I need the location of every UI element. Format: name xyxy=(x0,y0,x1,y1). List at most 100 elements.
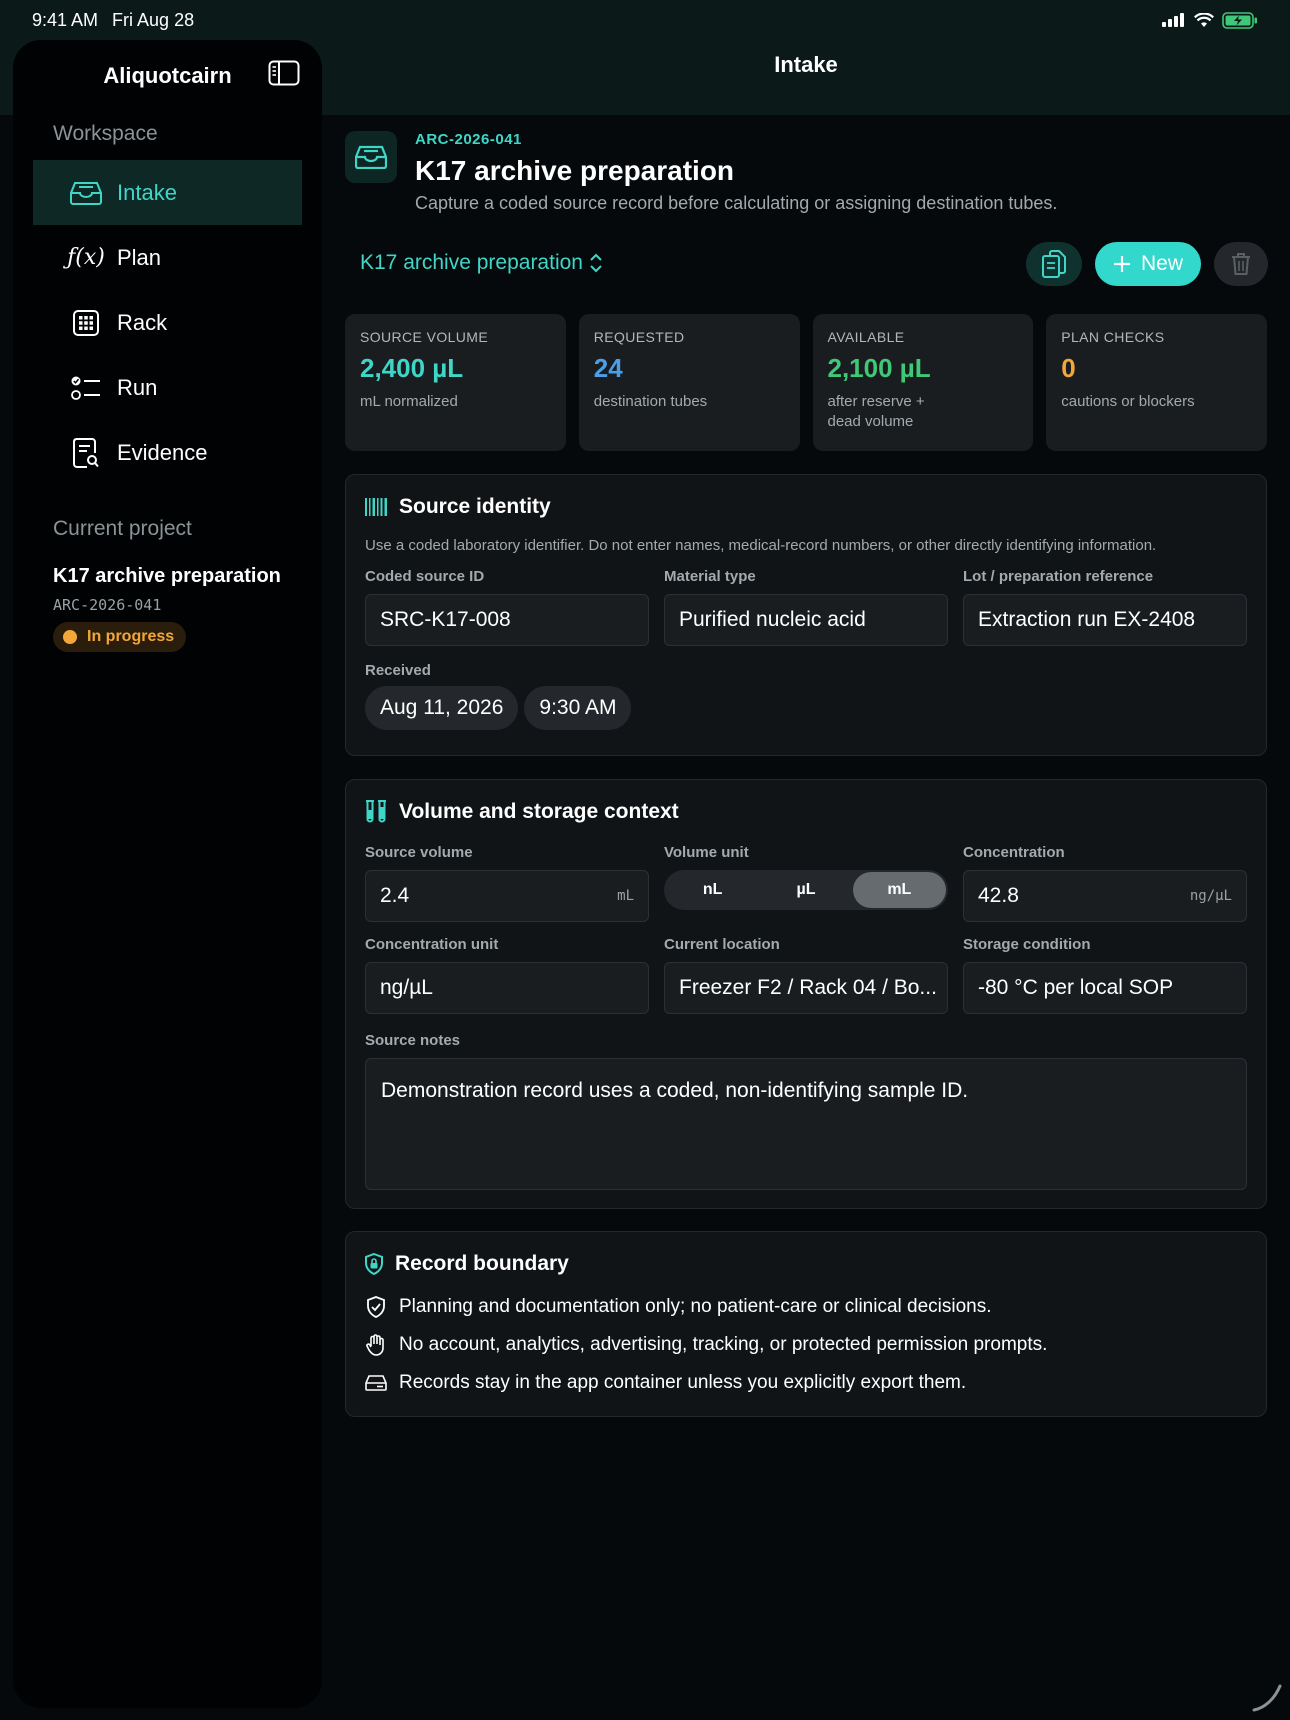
page-title: K17 archive preparation xyxy=(415,155,735,186)
field-label: Current location xyxy=(664,936,780,953)
sidebar-item-label: Intake xyxy=(117,179,177,205)
status-dot-icon xyxy=(63,630,77,644)
sidebar-header: Aliquotcairn xyxy=(13,48,322,104)
received-time-picker[interactable]: 9:30 AM xyxy=(524,686,632,730)
field-label: Coded source ID xyxy=(365,568,485,585)
sidebar-item-evidence[interactable]: Evidence xyxy=(33,420,302,485)
sidebar-item-rack[interactable]: Rack xyxy=(33,290,302,355)
duplicate-button[interactable] xyxy=(1026,242,1082,286)
test-tubes-icon xyxy=(366,800,386,823)
plus-icon xyxy=(1113,256,1130,272)
new-button-label: New xyxy=(1140,252,1183,275)
sidebar-item-plan[interactable]: ƒ(x) Plan xyxy=(33,225,302,290)
sidebar-toggle-icon[interactable] xyxy=(268,60,300,86)
concentration-unit-input[interactable]: ng/µL xyxy=(365,962,649,1014)
status-badge-label: In progress xyxy=(87,628,175,645)
source-volume-field: Source volume 2.4 mL xyxy=(365,844,649,922)
status-badge: In progress xyxy=(53,622,187,652)
field-unit: ng/µL xyxy=(1189,888,1232,904)
card-title-label: Volume and storage context xyxy=(399,800,679,823)
lot-reference-field: Lot / preparation reference Extraction r… xyxy=(963,568,1247,646)
volume-unit-field: Volume unit nL µL mL xyxy=(664,844,948,922)
segment-ml[interactable]: mL xyxy=(852,872,946,908)
chevron-up-down-icon xyxy=(590,253,602,273)
storage-condition-input[interactable]: -80 °C per local SOP xyxy=(963,962,1247,1014)
coded-source-id-field: Coded source ID SRC-K17-008 xyxy=(365,568,649,646)
boundary-item-text: No account, analytics, advertising, trac… xyxy=(399,1334,1048,1355)
storage-drive-icon xyxy=(365,1372,387,1394)
field-value: Purified nucleic acid xyxy=(679,608,866,631)
stat-label: PLAN CHECKS xyxy=(1061,329,1165,345)
field-value: 42.8 xyxy=(978,884,1019,907)
stats-row: SOURCE VOLUME 2,400 µL mL normalized REQ… xyxy=(345,314,1267,451)
tray-icon xyxy=(69,178,103,208)
section-label-current-project: Current project xyxy=(53,517,192,540)
field-row: Source volume 2.4 mL Volume unit nL µL m… xyxy=(365,844,1247,922)
sidebar-item-label: Evidence xyxy=(117,439,208,465)
card-note: Use a coded laboratory identifier. Do no… xyxy=(365,537,1157,554)
card-title-label: Record boundary xyxy=(395,1252,569,1275)
stat-label: REQUESTED xyxy=(593,329,685,345)
app-name: Aliquotcairn xyxy=(103,63,232,88)
boundary-item: No account, analytics, advertising, trac… xyxy=(365,1334,1247,1356)
status-bar: 9:41 AM Fri Aug 28 xyxy=(0,0,1290,40)
boundary-item-text: Records stay in the app container unless… xyxy=(399,1372,967,1393)
new-button[interactable]: New xyxy=(1095,242,1201,286)
field-row: Coded source ID SRC-K17-008 Material typ… xyxy=(365,568,1247,646)
field-label: Concentration unit xyxy=(365,936,499,953)
sidebar-project-title[interactable]: K17 archive preparation xyxy=(13,565,322,588)
checklist-icon xyxy=(69,373,103,403)
field-label: Lot / preparation reference xyxy=(963,568,1154,585)
field-value: SRC-K17-008 xyxy=(380,608,511,631)
stat-card-source-volume: SOURCE VOLUME 2,400 µL mL normalized xyxy=(345,314,566,451)
field-label: Source volume xyxy=(365,844,473,861)
field-label: Concentration xyxy=(963,844,1065,861)
segment-nl[interactable]: nL xyxy=(666,872,759,908)
checkmark-shield-icon xyxy=(365,1296,387,1318)
volume-storage-card: Volume and storage context Source volume… xyxy=(345,779,1267,1209)
received-pickers: Aug 11, 2026 9:30 AM xyxy=(365,686,1247,730)
sidebar: Aliquotcairn Workspace Intake ƒ(x) Plan xyxy=(13,40,322,1708)
sidebar-item-intake[interactable]: Intake xyxy=(33,160,302,225)
field-value: -80 °C per local SOP xyxy=(978,976,1174,999)
hand-raised-icon xyxy=(365,1334,387,1356)
boundary-item-text: Planning and documentation only; no pati… xyxy=(399,1296,992,1317)
received-date-picker[interactable]: Aug 11, 2026 xyxy=(365,686,519,730)
sidebar-item-label: Rack xyxy=(117,309,168,335)
material-type-input[interactable]: Purified nucleic acid xyxy=(664,594,948,646)
coded-source-id-input[interactable]: SRC-K17-008 xyxy=(365,594,649,646)
tray-icon xyxy=(345,131,397,183)
status-time: 9:41 AM xyxy=(32,9,99,30)
delete-button[interactable] xyxy=(1214,242,1268,286)
source-notes-label: Source notes xyxy=(365,1032,461,1049)
doc-search-icon xyxy=(69,437,103,468)
stat-sub: after reserve + dead volume xyxy=(827,393,925,430)
stat-card-available: AVAILABLE 2,100 µL after reserve + dead … xyxy=(812,314,1034,451)
stat-value: 2,100 µL xyxy=(827,353,931,383)
resize-handle-icon xyxy=(1252,1684,1282,1712)
stat-value: 0 xyxy=(1061,353,1076,383)
source-notes-textarea[interactable]: Demonstration record uses a coded, non-i… xyxy=(365,1058,1247,1190)
segment-ul[interactable]: µL xyxy=(759,872,852,908)
stat-sub: destination tubes xyxy=(593,393,708,410)
current-location-input[interactable]: Freezer F2 / Rack 04 / Bo... xyxy=(664,962,948,1014)
project-code: ARC-2026-041 xyxy=(415,131,522,148)
card-title: Source identity xyxy=(365,495,1247,519)
field-label: Material type xyxy=(664,568,756,585)
source-volume-input[interactable]: 2.4 mL xyxy=(365,870,649,922)
sidebar-project-code: ARC-2026-041 xyxy=(53,596,162,614)
lot-reference-input[interactable]: Extraction run EX-2408 xyxy=(963,594,1247,646)
received-label: Received xyxy=(365,662,431,679)
stat-value: 24 xyxy=(593,353,623,383)
sidebar-item-run[interactable]: Run xyxy=(33,355,302,420)
stat-card-plan-checks: PLAN CHECKS 0 cautions or blockers xyxy=(1046,314,1267,451)
card-title-label: Source identity xyxy=(399,495,551,518)
cellular-signal-icon xyxy=(1162,13,1184,27)
project-picker[interactable]: K17 archive preparation xyxy=(360,251,603,275)
stat-label: SOURCE VOLUME xyxy=(360,329,489,345)
concentration-input[interactable]: 42.8 ng/µL xyxy=(963,870,1247,922)
field-value: 2.4 xyxy=(380,884,410,907)
source-identity-card: Source identity Use a coded laboratory i… xyxy=(345,474,1267,756)
field-label: Storage condition xyxy=(963,936,1091,953)
card-title: Volume and storage context xyxy=(365,800,1247,824)
